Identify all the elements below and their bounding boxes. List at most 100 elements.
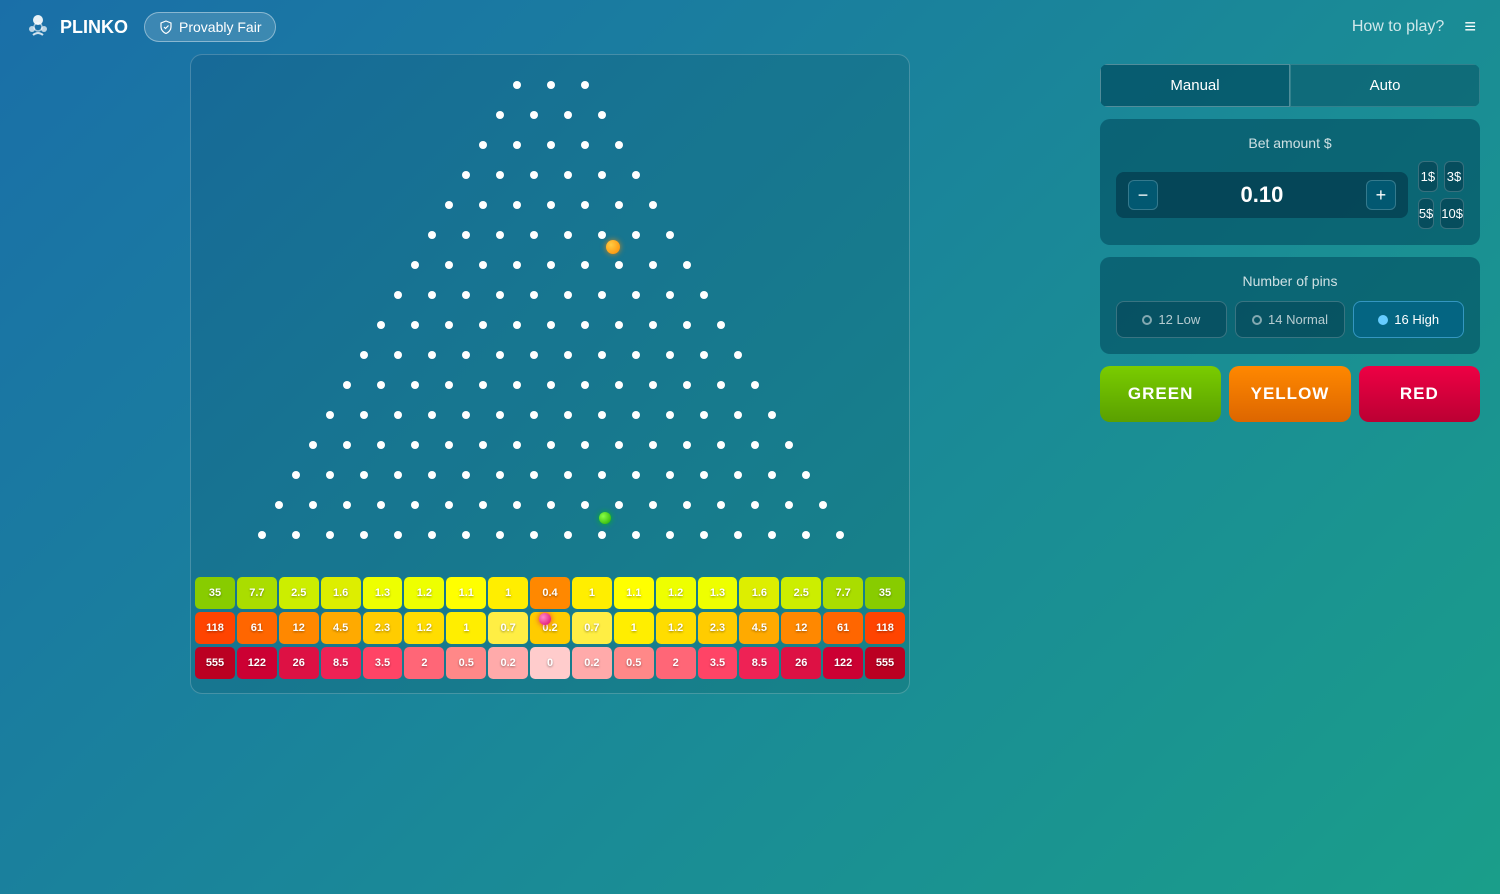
plinko-logo-icon bbox=[24, 13, 52, 41]
pin bbox=[615, 141, 623, 149]
pin bbox=[683, 441, 691, 449]
pin bbox=[615, 261, 623, 269]
radio-dot-16high bbox=[1378, 315, 1388, 325]
pin bbox=[462, 531, 470, 539]
pin bbox=[513, 261, 521, 269]
pin bbox=[479, 201, 487, 209]
pin bbox=[513, 81, 521, 89]
pin bbox=[598, 231, 606, 239]
pin bbox=[632, 471, 640, 479]
decrease-bet-button[interactable]: − bbox=[1128, 180, 1158, 210]
multiplier-cell: 8.5 bbox=[739, 647, 779, 679]
multiplier-cell: 1.2 bbox=[656, 577, 696, 609]
pin bbox=[666, 471, 674, 479]
pin bbox=[683, 261, 691, 269]
pins-option-14normal[interactable]: 14 Normal bbox=[1235, 301, 1346, 338]
multiplier-cell: 1.1 bbox=[614, 577, 654, 609]
pin bbox=[717, 381, 725, 389]
bet-label: Bet amount $ bbox=[1116, 135, 1464, 151]
multiplier-cell: 2.5 bbox=[781, 577, 821, 609]
shield-icon bbox=[159, 20, 173, 34]
pin bbox=[785, 501, 793, 509]
pin bbox=[700, 411, 708, 419]
tab-manual[interactable]: Manual bbox=[1100, 64, 1290, 107]
pin bbox=[683, 381, 691, 389]
multiplier-cell: 8.5 bbox=[321, 647, 361, 679]
increase-bet-button[interactable]: + bbox=[1366, 180, 1396, 210]
pins-option-16high[interactable]: 16 High bbox=[1353, 301, 1464, 338]
pin bbox=[428, 411, 436, 419]
multiplier-cell: 2.3 bbox=[363, 612, 403, 644]
bet-value: 0.10 bbox=[1166, 182, 1358, 208]
pin bbox=[598, 531, 606, 539]
green-multiplier-row: 357.72.51.61.31.21.110.411.11.21.31.62.5… bbox=[195, 577, 905, 609]
pin bbox=[564, 531, 572, 539]
pin bbox=[649, 441, 657, 449]
pin bbox=[530, 531, 538, 539]
multiplier-cell: 118 bbox=[865, 612, 905, 644]
pins-option-label-14normal: 14 Normal bbox=[1268, 312, 1328, 327]
pin bbox=[496, 291, 504, 299]
yellow-button[interactable]: YELLOW bbox=[1229, 366, 1350, 422]
pin bbox=[564, 111, 572, 119]
pin bbox=[496, 411, 504, 419]
header: PLINKO Provably Fair How to play? ≡ bbox=[0, 0, 1500, 54]
pin bbox=[360, 471, 368, 479]
quick-bet-10$[interactable]: 10$ bbox=[1440, 198, 1464, 229]
pin bbox=[411, 261, 419, 269]
how-to-play-link[interactable]: How to play? bbox=[1352, 18, 1445, 36]
mode-tabs: Manual Auto bbox=[1100, 64, 1480, 107]
pin bbox=[598, 291, 606, 299]
pin bbox=[513, 381, 521, 389]
multiplier-cell: 7.7 bbox=[237, 577, 277, 609]
multiplier-cell: 555 bbox=[195, 647, 235, 679]
quick-bet-1$[interactable]: 1$ bbox=[1418, 161, 1438, 192]
pin bbox=[360, 351, 368, 359]
pin bbox=[768, 531, 776, 539]
pin bbox=[530, 411, 538, 419]
pin bbox=[394, 291, 402, 299]
pin bbox=[547, 81, 555, 89]
pin bbox=[479, 321, 487, 329]
pin bbox=[683, 501, 691, 509]
red-button[interactable]: RED bbox=[1359, 366, 1480, 422]
multiplier-cell: 1.2 bbox=[404, 577, 444, 609]
pin bbox=[717, 501, 725, 509]
pin bbox=[462, 291, 470, 299]
pin bbox=[513, 141, 521, 149]
pin bbox=[598, 471, 606, 479]
provably-fair-button[interactable]: Provably Fair bbox=[144, 12, 276, 42]
multiplier-cell: 2.5 bbox=[279, 577, 319, 609]
pin bbox=[632, 171, 640, 179]
pin bbox=[513, 441, 521, 449]
pin bbox=[666, 351, 674, 359]
pin bbox=[734, 531, 742, 539]
quick-bet-3$[interactable]: 3$ bbox=[1444, 161, 1464, 192]
pin bbox=[751, 501, 759, 509]
pin bbox=[513, 201, 521, 209]
pin bbox=[513, 501, 521, 509]
game-board-container: 357.72.51.61.31.21.110.411.11.21.31.62.5… bbox=[20, 54, 1080, 888]
pins-panel: Number of pins 12 Low14 Normal16 High bbox=[1100, 257, 1480, 354]
pin bbox=[496, 111, 504, 119]
pin bbox=[615, 201, 623, 209]
green-button[interactable]: GREEN bbox=[1100, 366, 1221, 422]
multiplier-cell: 7.7 bbox=[823, 577, 863, 609]
quick-bet-5$[interactable]: 5$ bbox=[1418, 198, 1434, 229]
logo: PLINKO bbox=[24, 13, 128, 41]
pin bbox=[394, 411, 402, 419]
pin bbox=[734, 411, 742, 419]
pins-option-12low[interactable]: 12 Low bbox=[1116, 301, 1227, 338]
pin bbox=[360, 411, 368, 419]
tab-auto[interactable]: Auto bbox=[1290, 64, 1480, 107]
pin bbox=[394, 531, 402, 539]
menu-icon[interactable]: ≡ bbox=[1464, 16, 1476, 39]
pin bbox=[360, 531, 368, 539]
radio-dot-12low bbox=[1142, 315, 1152, 325]
multiplier-cell: 1.6 bbox=[321, 577, 361, 609]
pin bbox=[649, 321, 657, 329]
bet-panel: Bet amount $ − 0.10 + 1$3$ 5$10$ bbox=[1100, 119, 1480, 245]
pin bbox=[564, 291, 572, 299]
multiplier-cell: 0.4 bbox=[530, 577, 570, 609]
pin bbox=[428, 471, 436, 479]
